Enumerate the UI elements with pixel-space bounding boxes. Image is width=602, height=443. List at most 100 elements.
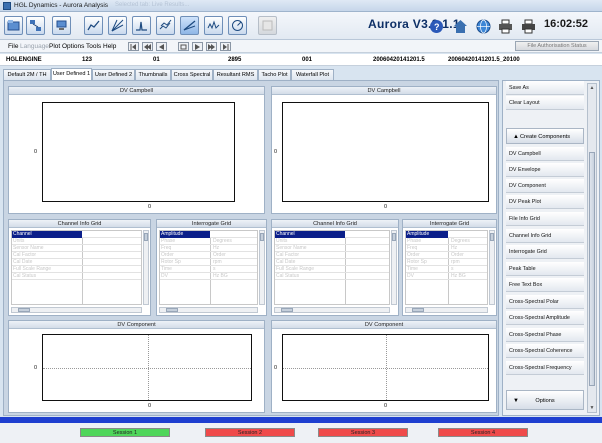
grid-head-cell[interactable]: Amplitude (160, 231, 210, 238)
grid-row[interactable]: Cal Factor (275, 252, 389, 259)
grid-row[interactable]: Amplitude (160, 231, 257, 238)
fast-forward-button[interactable] (206, 42, 217, 51)
session-2-button[interactable]: Session 2 (205, 428, 295, 437)
plot-campbell-button[interactable] (108, 16, 127, 35)
grid-row[interactable]: Cal Date (275, 259, 389, 266)
interrogate-grid-left[interactable]: Interrogate Grid Amplitude Phase Degrees … (156, 219, 267, 316)
vertical-scrollbar[interactable] (259, 230, 265, 305)
globe-button[interactable] (475, 18, 491, 34)
grid-row[interactable]: DV Hz BG (406, 273, 487, 280)
scroll-up-icon[interactable]: ▲ (588, 84, 596, 92)
fast-back-button[interactable] (142, 42, 153, 51)
campbell-plot-area[interactable] (42, 102, 235, 202)
grid-row[interactable]: Freq Hz (160, 245, 257, 252)
print-setup-button[interactable] (520, 18, 536, 34)
component-plot-area[interactable] (42, 334, 252, 401)
grid-row[interactable]: Cal Date (12, 259, 141, 266)
component-dv-envelope[interactable]: DV Envelope (506, 163, 584, 177)
grid-head-cell[interactable]: Channel (275, 231, 345, 238)
horizontal-scrollbar[interactable] (11, 307, 142, 313)
component-dv-campbell[interactable]: DV Campbell (506, 147, 584, 161)
print-button[interactable] (497, 18, 513, 34)
grid-row[interactable]: Freq Hz (406, 245, 487, 252)
plot-peak-button[interactable] (132, 16, 151, 35)
tab-tacho-plot[interactable]: Tacho Plot (258, 69, 291, 80)
menu-help[interactable]: Help (103, 43, 116, 50)
grid-row[interactable]: Units (275, 238, 389, 245)
vertical-scrollbar[interactable] (489, 230, 495, 305)
tab-waterfall-plot[interactable]: Waterfall Plot (291, 69, 334, 80)
session-3-button[interactable]: Session 3 (318, 428, 408, 437)
grid-row[interactable]: Channel (275, 231, 389, 238)
grid-row[interactable]: Phase Degrees (406, 238, 487, 245)
first-button[interactable] (128, 42, 139, 51)
grid-row[interactable]: Channel (12, 231, 141, 238)
open-file-button[interactable] (4, 16, 23, 35)
component-cross-spectral-frequency[interactable]: Cross-Spectral Frequency (506, 361, 584, 375)
scroll-thumb[interactable] (166, 308, 178, 312)
menu-file[interactable]: File (8, 43, 18, 50)
component-cross-spectral-polar[interactable]: Cross-Spectral Polar (506, 295, 584, 309)
scroll-thumb[interactable] (490, 233, 494, 241)
clear-layout-button[interactable]: Clear Layout (506, 96, 584, 110)
help-button[interactable]: ? (428, 18, 444, 34)
vertical-scrollbar[interactable] (143, 230, 149, 305)
plot-trend-button[interactable] (84, 16, 103, 35)
component-peak-table[interactable]: Peak Table (506, 262, 584, 276)
computer-button[interactable] (52, 16, 71, 35)
horizontal-scrollbar[interactable] (159, 307, 258, 313)
component-interrogate-grid[interactable]: Interrogate Grid (506, 245, 584, 259)
component-plot-area[interactable] (282, 334, 489, 401)
component-dv-component[interactable]: DV Component (506, 179, 584, 193)
grid-row[interactable]: Sensor Name (12, 245, 141, 252)
campbell-plot-area[interactable] (282, 102, 489, 202)
grid-row[interactable]: Order Order (160, 252, 257, 259)
plot-polar-button[interactable] (228, 16, 247, 35)
grid-row[interactable]: Full Scale Range (12, 266, 141, 273)
plot-waterfall-button[interactable] (156, 16, 175, 35)
session-1-button[interactable]: Session 1 (80, 428, 170, 437)
tab-resultant-rms[interactable]: Resultant RMS (213, 69, 258, 80)
grid-head-cell[interactable]: Channel (12, 231, 82, 238)
menu-plot[interactable]: Plot (49, 43, 60, 50)
scroll-thumb[interactable] (392, 233, 396, 241)
side-panel-scrollbar[interactable]: ▲ ▼ (587, 83, 597, 413)
last-button[interactable] (220, 42, 231, 51)
disabled-tool-button[interactable] (258, 16, 277, 35)
scroll-thumb[interactable] (412, 308, 424, 312)
scroll-thumb[interactable] (260, 233, 264, 241)
horizontal-scrollbar[interactable] (274, 307, 390, 313)
dv-campbell-panel-right[interactable]: DV Campbell 0 0 (271, 86, 497, 214)
network-button[interactable] (26, 16, 45, 35)
vertical-scrollbar[interactable] (391, 230, 397, 305)
grid-row[interactable]: Full Scale Range (275, 266, 389, 273)
component-cross-spectral-phase[interactable]: Cross-Spectral Phase (506, 328, 584, 342)
home-button[interactable] (452, 18, 468, 34)
scroll-down-icon[interactable]: ▼ (588, 404, 596, 412)
create-components-header[interactable]: ▲ Create Components (506, 128, 584, 144)
plot-spectrum-button[interactable] (204, 16, 223, 35)
grid-head-cell[interactable]: Amplitude (406, 231, 448, 238)
grid-row[interactable]: Cal Factor (12, 252, 141, 259)
scroll-thumb[interactable] (18, 308, 30, 312)
scroll-thumb[interactable] (144, 233, 148, 241)
tab-user-defined-2[interactable]: User Defined 2 (92, 69, 135, 80)
file-authorisation-status-button[interactable]: File Authorisation Status (515, 41, 599, 51)
scroll-thumb[interactable] (589, 152, 595, 386)
component-cross-spectral-coherence[interactable]: Cross-Spectral Coherence (506, 344, 584, 358)
options-section-header[interactable]: ▼ Options (506, 390, 584, 410)
interrogate-grid-right[interactable]: Interrogate Grid Amplitude Phase Degrees … (402, 219, 497, 316)
grid-row[interactable]: Time s (406, 266, 487, 273)
save-as-button[interactable]: Save As (506, 81, 584, 95)
tab-thumbnails[interactable]: Thumbnails (135, 69, 171, 80)
menu-options[interactable]: Options (62, 43, 84, 50)
component-channel-info-grid[interactable]: Channel Info Grid (506, 229, 584, 243)
grid-row[interactable]: Amplitude (406, 231, 487, 238)
dv-campbell-panel-left[interactable]: DV Campbell 0 0 (8, 86, 265, 214)
component-free-text-box[interactable]: Free Text Box (506, 278, 584, 292)
grid-row[interactable]: Sensor Name (275, 245, 389, 252)
grid-row[interactable]: Rotor Sp rpm (160, 259, 257, 266)
grid-row[interactable]: Cal Status (12, 273, 141, 280)
component-dv-peak-plot[interactable]: DV Peak Plot (506, 195, 584, 209)
tab-cross-spectral[interactable]: Cross Spectral (171, 69, 213, 80)
